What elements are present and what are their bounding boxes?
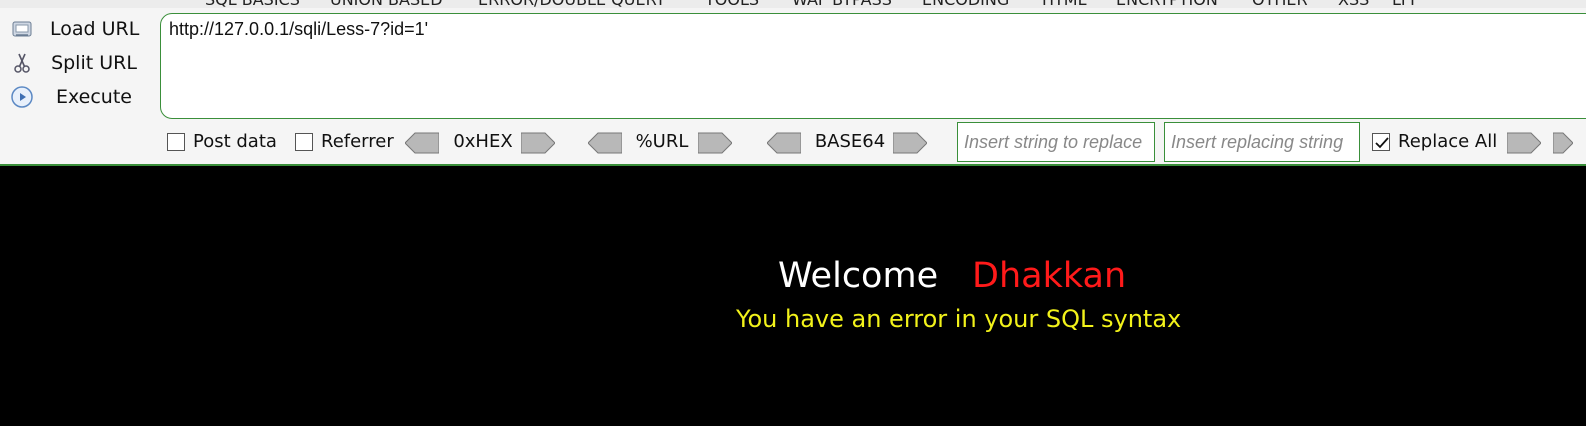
- page-content: Welcome Dhakkan You have an error in you…: [0, 166, 1586, 426]
- hex-label: 0xHEX: [453, 131, 513, 152]
- post-data-checkbox[interactable]: [167, 133, 185, 151]
- url-textarea[interactable]: http://127.0.0.1/sqli/Less-7?id=1': [160, 13, 1586, 119]
- referrer-label: Referrer: [321, 131, 394, 152]
- top-menu-item[interactable]: ERROR/DOUBLE QUERY: [478, 0, 665, 8]
- sql-error-message: You have an error in your SQL syntax: [736, 305, 1182, 333]
- options-row: Post data Referrer 0xHEX %URL BASE64 Ins…: [0, 121, 1586, 164]
- url-encoder: %URL: [588, 131, 734, 155]
- split-url-button[interactable]: Split URL: [0, 48, 150, 82]
- base64-decode-arrow-icon[interactable]: [767, 132, 801, 154]
- url-decode-arrow-icon[interactable]: [588, 132, 622, 154]
- user-name: Dhakkan: [972, 256, 1127, 296]
- post-data-label: Post data: [193, 131, 277, 152]
- hackbar-toolbar: SQL BASICS UNION BASED ERROR/DOUBLE QUER…: [0, 0, 1586, 166]
- play-icon: [11, 86, 33, 108]
- referrer-option[interactable]: Referrer: [295, 131, 405, 155]
- next-option-arrow-icon[interactable]: [1553, 132, 1573, 154]
- top-menu-item[interactable]: UNION BASED: [330, 0, 443, 8]
- top-menu-item[interactable]: LFI: [1392, 0, 1415, 8]
- url-encode-arrow-icon[interactable]: [698, 132, 732, 154]
- post-data-option[interactable]: Post data: [167, 131, 287, 155]
- replace-all-option[interactable]: Replace All: [1372, 131, 1502, 155]
- execute-button[interactable]: Execute: [0, 82, 150, 116]
- replace-arrow-icon[interactable]: [1507, 132, 1541, 154]
- checkmark-icon: [1375, 137, 1389, 149]
- split-url-label: Split URL: [51, 52, 137, 74]
- top-menu-item[interactable]: OTHER: [1252, 0, 1308, 8]
- action-panel: Load URL Split URL Execute: [0, 10, 150, 120]
- replacing-string-input[interactable]: [1164, 122, 1360, 162]
- hex-decode-arrow-icon[interactable]: [405, 132, 439, 154]
- top-menu-item[interactable]: SQL BASICS: [205, 0, 300, 8]
- top-menu-item[interactable]: TOOLS: [705, 0, 759, 8]
- base64-encode-arrow-icon[interactable]: [893, 132, 927, 154]
- top-menu-strip: SQL BASICS UNION BASED ERROR/DOUBLE QUER…: [0, 0, 1586, 8]
- load-url-icon: [12, 21, 32, 37]
- top-menu-item[interactable]: WAF BYPASS: [792, 0, 892, 8]
- replace-all-checkbox[interactable]: [1372, 133, 1390, 151]
- base64-label: BASE64: [814, 131, 886, 152]
- top-menu-item[interactable]: XSS: [1338, 0, 1369, 8]
- top-menu-item[interactable]: ENCODING: [922, 0, 1009, 8]
- scissors-icon: [14, 53, 30, 73]
- execute-label: Execute: [56, 86, 132, 108]
- hex-encode-arrow-icon[interactable]: [521, 132, 555, 154]
- referrer-checkbox[interactable]: [295, 133, 313, 151]
- replace-all-label: Replace All: [1398, 131, 1498, 152]
- url-label: %URL: [635, 131, 689, 152]
- welcome-text: Welcome: [778, 256, 939, 296]
- top-menu-item[interactable]: ENCRYPTION: [1116, 0, 1218, 8]
- top-menu-item[interactable]: HTML: [1042, 0, 1087, 8]
- load-url-label: Load URL: [50, 18, 140, 40]
- load-url-button[interactable]: Load URL: [0, 14, 150, 48]
- replace-string-input[interactable]: [957, 122, 1155, 162]
- hex-encoder: 0xHEX: [405, 131, 555, 155]
- base64-encoder: BASE64: [767, 131, 929, 155]
